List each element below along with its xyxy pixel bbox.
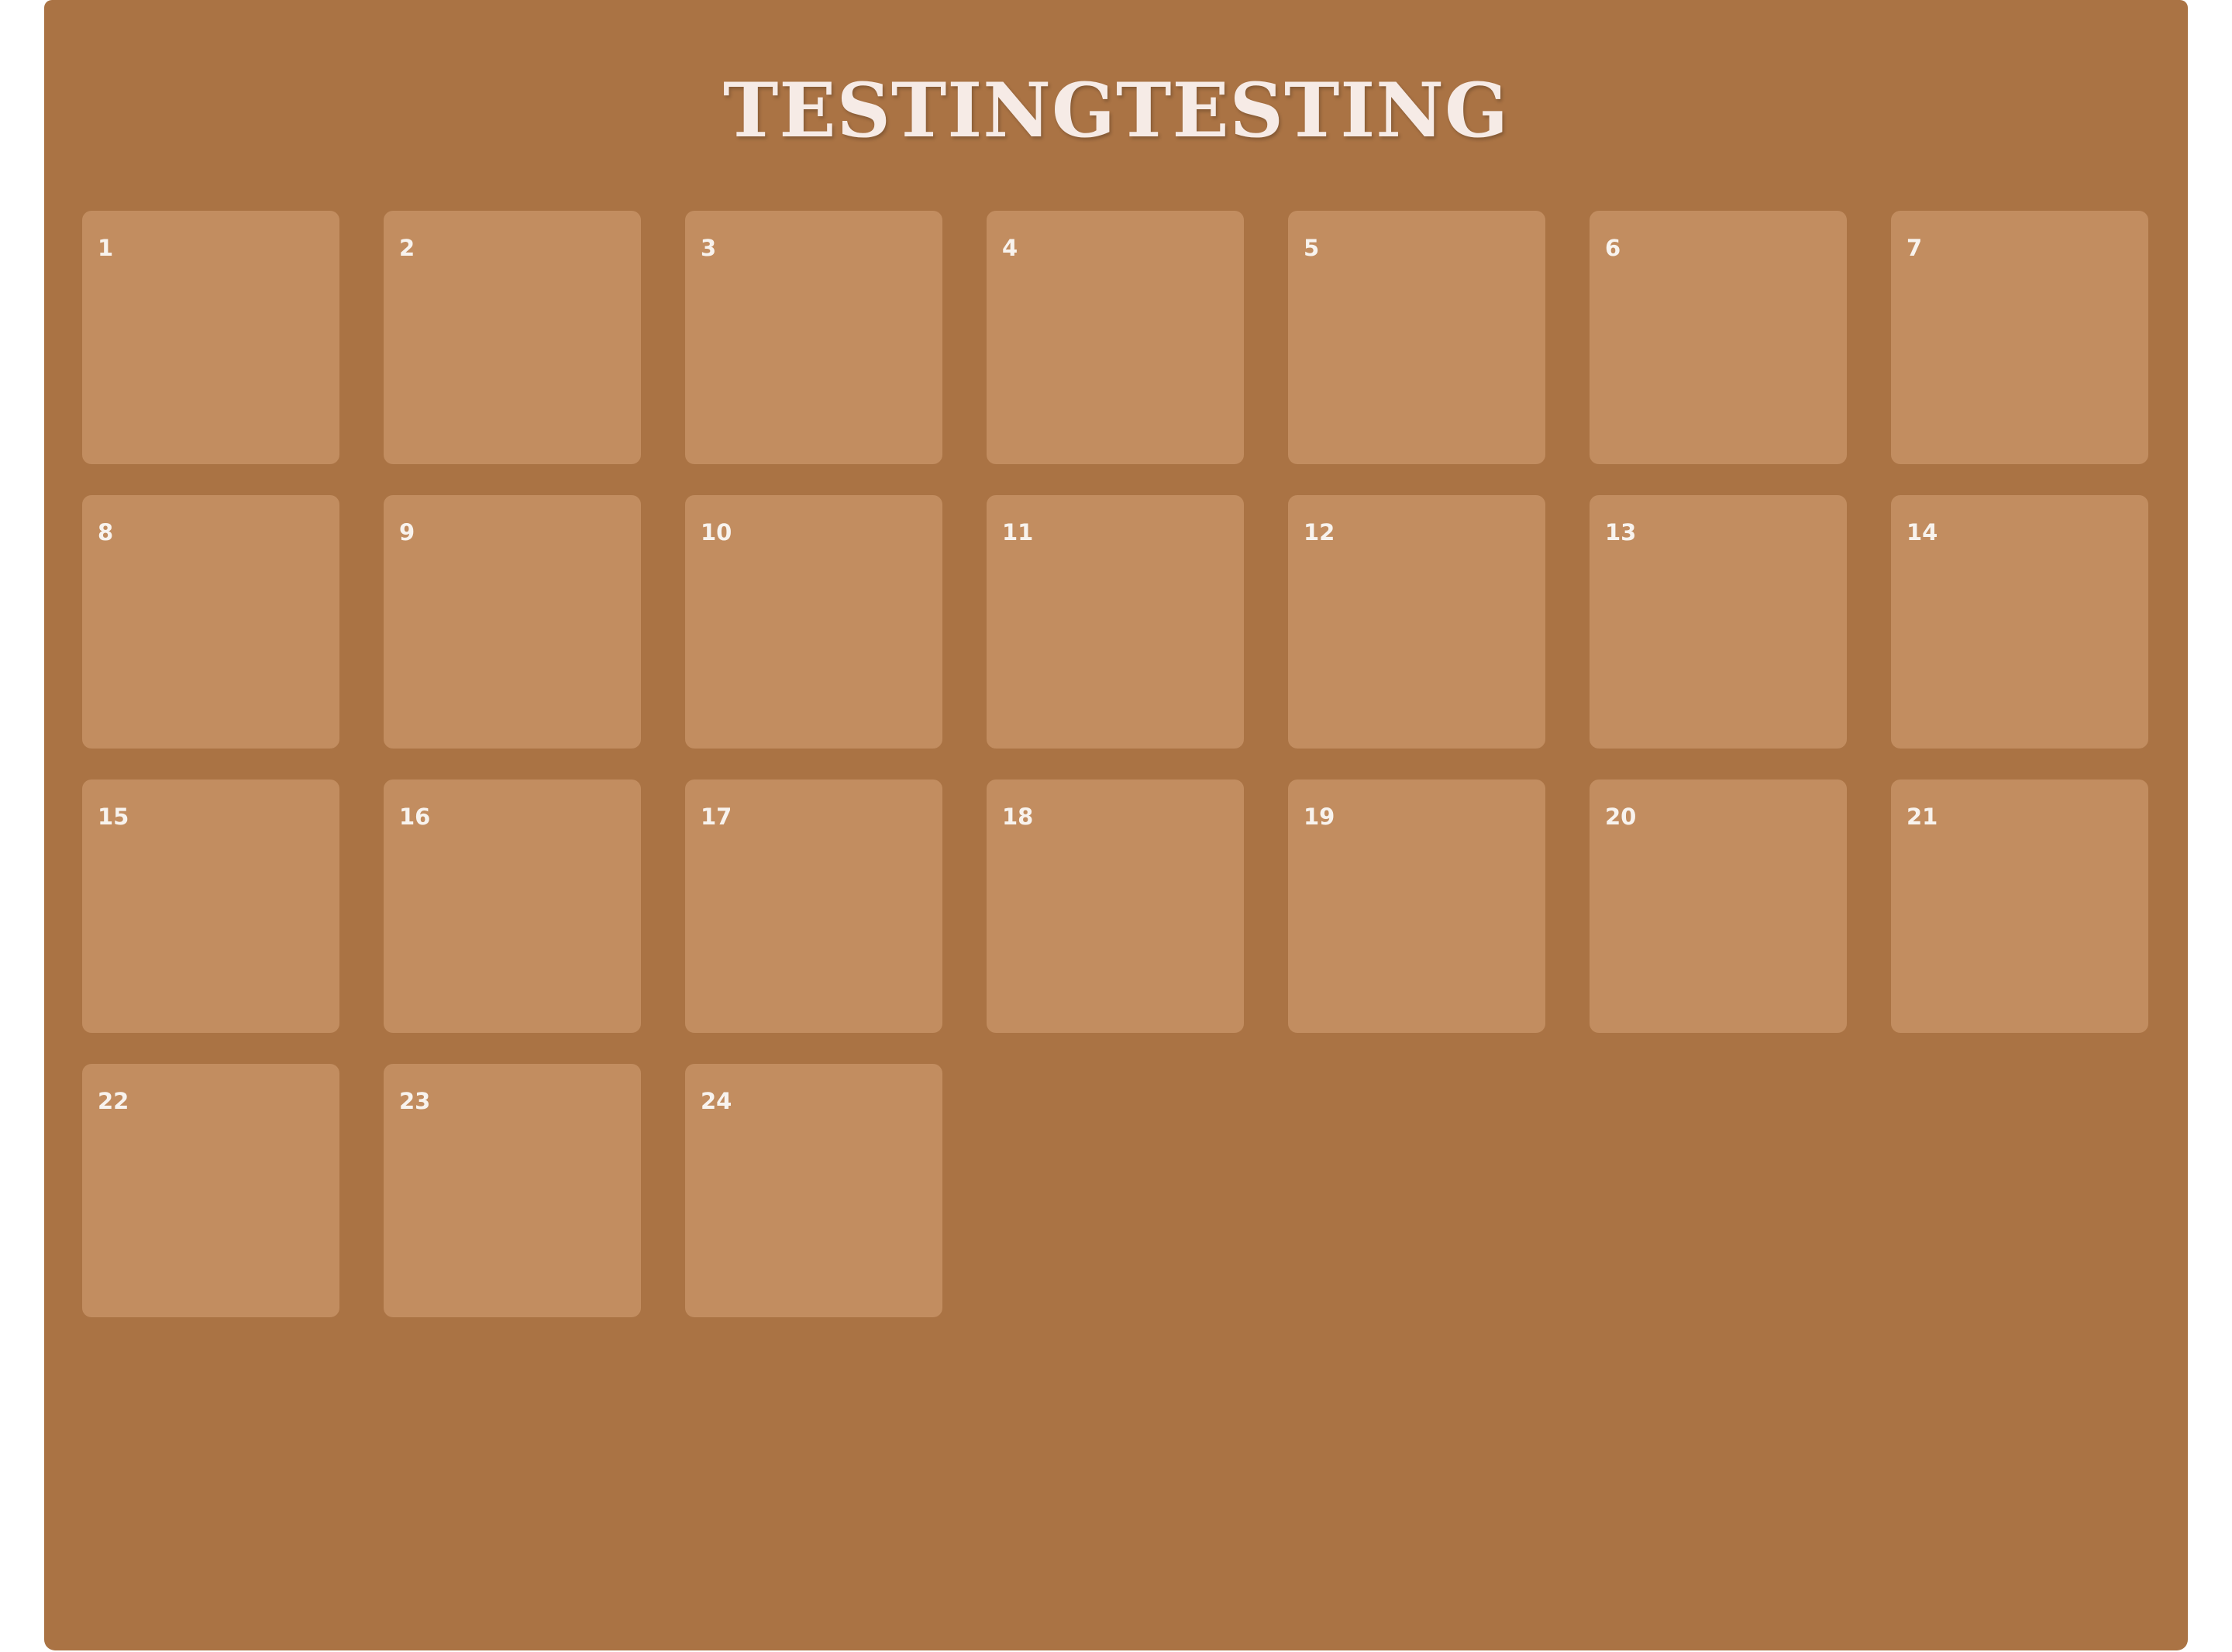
day-number: 12 (1304, 519, 1335, 546)
day-cell[interactable]: 22 (82, 1064, 339, 1317)
day-cell[interactable]: 11 (987, 495, 1244, 749)
day-number: 21 (1906, 804, 1938, 830)
day-cell[interactable]: 20 (1590, 780, 1847, 1033)
day-cell[interactable]: 18 (987, 780, 1244, 1033)
day-number: 6 (1605, 235, 1621, 261)
day-cell[interactable]: 2 (384, 211, 641, 464)
day-number: 23 (399, 1088, 431, 1114)
day-cell[interactable]: 3 (685, 211, 942, 464)
day-cell[interactable]: 5 (1288, 211, 1545, 464)
day-cell[interactable]: 1 (82, 211, 339, 464)
day-number: 22 (98, 1088, 129, 1114)
day-cell[interactable]: 19 (1288, 780, 1545, 1033)
day-number: 1 (98, 235, 114, 261)
day-number: 3 (701, 235, 717, 261)
day-cell[interactable]: 6 (1590, 211, 1847, 464)
day-number: 20 (1605, 804, 1637, 830)
day-cell[interactable]: 24 (685, 1064, 942, 1317)
calendar-panel: TESTINGTESTING 1 2 3 4 5 6 7 8 9 10 11 1… (44, 0, 2188, 1650)
day-number: 16 (399, 804, 431, 830)
day-cell[interactable]: 4 (987, 211, 1244, 464)
day-cell[interactable]: 8 (82, 495, 339, 749)
day-cell[interactable]: 7 (1891, 211, 2148, 464)
day-number: 15 (98, 804, 129, 830)
day-number: 9 (399, 519, 415, 546)
day-number: 8 (98, 519, 114, 546)
day-cell[interactable]: 9 (384, 495, 641, 749)
page-title: TESTINGTESTING (722, 67, 1510, 154)
day-number: 5 (1304, 235, 1320, 261)
day-grid: 1 2 3 4 5 6 7 8 9 10 11 12 13 14 15 16 1… (82, 211, 2150, 1317)
day-number: 4 (1002, 235, 1018, 261)
day-number: 7 (1906, 235, 1923, 261)
day-cell[interactable]: 21 (1891, 780, 2148, 1033)
day-cell[interactable]: 17 (685, 780, 942, 1033)
day-number: 19 (1304, 804, 1335, 830)
day-number: 14 (1906, 519, 1938, 546)
day-number: 10 (701, 519, 732, 546)
day-cell[interactable]: 15 (82, 780, 339, 1033)
day-number: 24 (701, 1088, 732, 1114)
day-cell[interactable]: 14 (1891, 495, 2148, 749)
day-cell[interactable]: 23 (384, 1064, 641, 1317)
day-number: 2 (399, 235, 415, 261)
day-cell[interactable]: 16 (384, 780, 641, 1033)
day-cell[interactable]: 13 (1590, 495, 1847, 749)
day-number: 17 (701, 804, 732, 830)
day-cell[interactable]: 10 (685, 495, 942, 749)
day-number: 18 (1002, 804, 1034, 830)
day-number: 13 (1605, 519, 1637, 546)
day-cell[interactable]: 12 (1288, 495, 1545, 749)
day-number: 11 (1002, 519, 1034, 546)
